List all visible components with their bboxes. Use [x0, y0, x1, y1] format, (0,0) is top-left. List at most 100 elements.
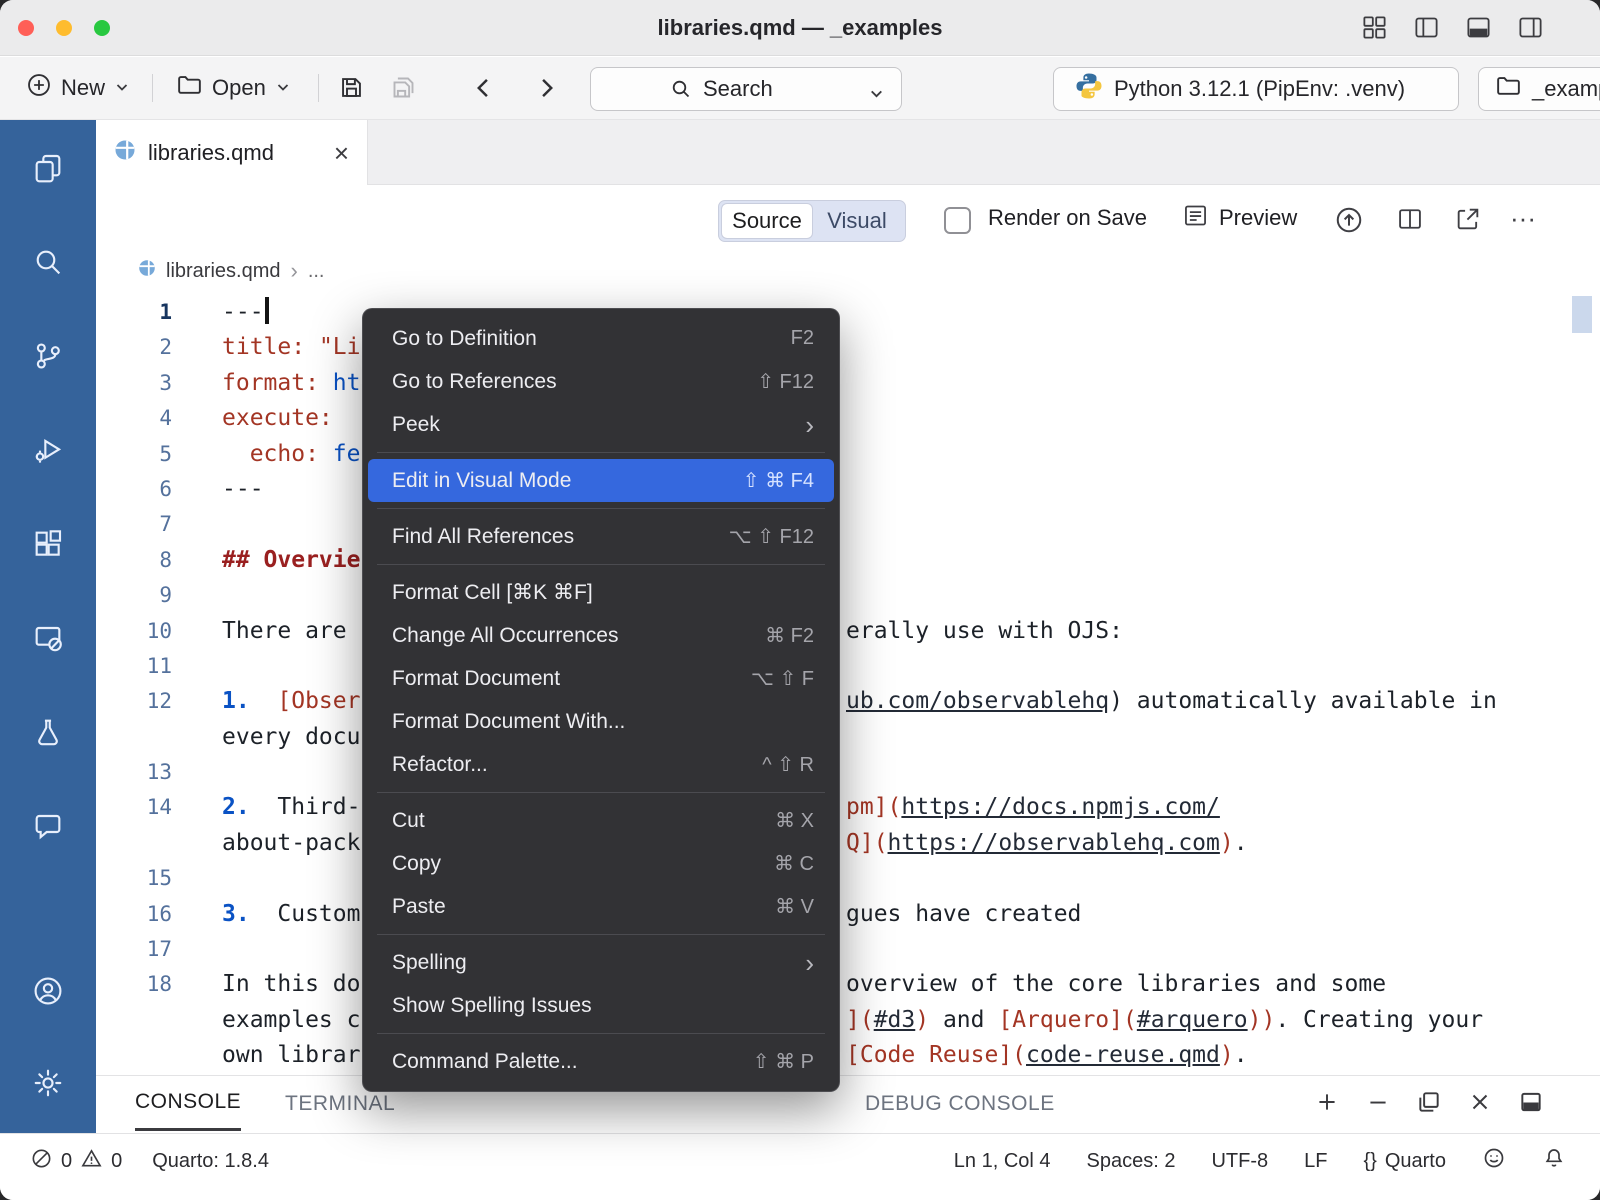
sidebar-item-account[interactable] — [32, 967, 64, 1019]
close-tab-icon[interactable]: × — [334, 140, 349, 166]
customize-layout-icon[interactable] — [1361, 14, 1388, 41]
menu-item-find-all-references[interactable]: Find All References⌥ ⇧ F12 — [368, 515, 834, 558]
code-line[interactable]: 10There are erally use with OJS: — [96, 614, 1600, 649]
toolbar-divider — [318, 74, 319, 102]
sidebar-item-search[interactable] — [32, 238, 64, 290]
open-button[interactable]: Open — [176, 57, 291, 119]
menu-item-format-document-with[interactable]: Format Document With... — [368, 700, 834, 743]
menu-item-change-all-occurrences[interactable]: Change All Occurrences⌘ F2 — [368, 614, 834, 657]
code-line[interactable]: 9 — [96, 578, 1600, 613]
eol-sequence[interactable]: LF — [1304, 1150, 1327, 1173]
code-line[interactable]: 15 — [96, 861, 1600, 896]
cursor-position[interactable]: Ln 1, Col 4 — [954, 1150, 1051, 1173]
source-mode-button[interactable]: Source — [722, 204, 812, 238]
menu-item-refactor[interactable]: Refactor...^ ⇧ R — [368, 743, 834, 786]
menu-separator — [377, 1033, 825, 1034]
code-line[interactable]: 121. [Obserub.com/observablehq) automati… — [96, 684, 1600, 719]
sidebar-item-source-control[interactable] — [32, 332, 64, 384]
forward-icon[interactable] — [532, 74, 560, 107]
code-line[interactable]: 142. Third-pm](https://docs.npmjs.com/ — [96, 790, 1600, 825]
code-line[interactable]: 11 — [96, 649, 1600, 684]
panel-close-icon[interactable] — [1467, 1089, 1493, 1120]
sidebar-item-explorer[interactable] — [32, 144, 64, 196]
language-mode[interactable]: {} Quarto — [1363, 1150, 1446, 1173]
breadcrumb-file[interactable]: libraries.qmd — [166, 260, 280, 283]
code-line[interactable]: 6--- — [96, 472, 1600, 507]
code-line[interactable]: 1--- — [96, 295, 1600, 330]
render-on-save-checkbox[interactable] — [944, 207, 971, 234]
panel-tab-console[interactable]: CONSOLE — [135, 1076, 241, 1131]
breadcrumb[interactable]: libraries.qmd › ... — [96, 250, 1600, 292]
new-button[interactable]: New — [26, 57, 130, 119]
indentation[interactable]: Spaces: 2 — [1087, 1150, 1176, 1173]
panel-restore-icon[interactable] — [1416, 1089, 1442, 1120]
sidebar-item-testing[interactable] — [32, 708, 64, 760]
notifications-bell-icon[interactable] — [1542, 1146, 1566, 1176]
menu-item-go-to-definition[interactable]: Go to DefinitionF2 — [368, 317, 834, 360]
sidebar-item-run-debug[interactable] — [32, 426, 64, 478]
chevron-down-icon[interactable] — [868, 82, 885, 108]
menu-item-format-cell-k-f[interactable]: Format Cell [⌘K ⌘F] — [368, 571, 834, 614]
back-icon[interactable] — [470, 74, 498, 107]
quarto-version[interactable]: Quarto: 1.8.4 — [152, 1150, 269, 1173]
code-line[interactable]: 2title: "Li — [96, 330, 1600, 365]
panel-tab-debug-console[interactable]: DEBUG CONSOLE — [865, 1076, 1055, 1131]
toggle-panel-icon[interactable] — [1465, 14, 1492, 41]
line-number: 14 — [96, 790, 172, 825]
panel-maximize-icon[interactable] — [1518, 1089, 1544, 1120]
menu-item-peek[interactable]: Peek› — [368, 403, 834, 446]
menu-item-cut[interactable]: Cut⌘ X — [368, 799, 834, 842]
encoding[interactable]: UTF-8 — [1211, 1150, 1268, 1173]
code-line[interactable]: examples c](#d3) and [Arquero](#arquero)… — [96, 1003, 1600, 1038]
code-line[interactable]: 8## Overvie — [96, 543, 1600, 578]
feedback-smiley-icon[interactable] — [1482, 1146, 1506, 1176]
menu-item-copy[interactable]: Copy⌘ C — [368, 842, 834, 885]
interpreter-selector[interactable]: Python 3.12.1 (PipEnv: .venv) — [1053, 67, 1459, 111]
code-line[interactable]: own librar[Code Reuse](code-reuse.qmd). — [96, 1038, 1600, 1073]
tab-libraries-qmd[interactable]: libraries.qmd × — [96, 120, 368, 185]
breadcrumb-more[interactable]: ... — [308, 260, 325, 283]
split-editor-icon[interactable] — [1396, 205, 1424, 233]
open-in-new-window-icon[interactable] — [1454, 205, 1482, 233]
panel-minimize-icon[interactable] — [1365, 1089, 1391, 1120]
code-line[interactable]: 17 — [96, 932, 1600, 967]
panel-plus-icon[interactable] — [1314, 1089, 1340, 1120]
sidebar-item-chat[interactable] — [32, 802, 64, 854]
toggle-sidebar-icon[interactable] — [1413, 14, 1440, 41]
more-actions-icon[interactable]: ··· — [1510, 186, 1536, 250]
menu-item-go-to-references[interactable]: Go to References⇧ F12 — [368, 360, 834, 403]
code-line[interactable]: 3format: ht — [96, 366, 1600, 401]
save-icon[interactable] — [338, 74, 365, 106]
scrollbar-thumb[interactable] — [1572, 296, 1592, 333]
preview-button[interactable]: Preview — [1182, 186, 1297, 250]
errors-indicator[interactable]: 0 — [30, 1147, 72, 1176]
warnings-indicator[interactable]: 0 — [80, 1147, 122, 1176]
connections-icon — [32, 622, 64, 659]
menu-item-command-palette[interactable]: Command Palette...⇧ ⌘ P — [368, 1040, 834, 1083]
code-line[interactable]: 5 echo: fe — [96, 437, 1600, 472]
sidebar-item-settings[interactable] — [32, 1059, 64, 1111]
code-line[interactable]: every docu — [96, 720, 1600, 755]
publish-icon[interactable] — [1334, 205, 1364, 235]
code-line[interactable]: 13 — [96, 755, 1600, 790]
menu-item-paste[interactable]: Paste⌘ V — [368, 885, 834, 928]
code-line[interactable]: 7 — [96, 507, 1600, 542]
error-icon — [30, 1147, 53, 1176]
project-selector[interactable]: _examples — [1478, 67, 1600, 111]
code-line[interactable]: 18In this dooverview of the core librari… — [96, 967, 1600, 1002]
menu-item-show-spelling-issues[interactable]: Show Spelling Issues — [368, 984, 834, 1027]
code-line[interactable]: 4execute: — [96, 401, 1600, 436]
code-line[interactable]: 163. Customgues have created — [96, 897, 1600, 932]
search-input[interactable]: Search — [590, 67, 902, 111]
menu-item-edit-in-visual-mode[interactable]: Edit in Visual Mode⇧ ⌘ F4 — [368, 459, 834, 502]
code-editor[interactable]: 1---2title: "Li3format: ht4execute:5 ech… — [96, 292, 1600, 1075]
menu-item-spelling[interactable]: Spelling› — [368, 941, 834, 984]
menu-item-format-document[interactable]: Format Document⌥ ⇧ F — [368, 657, 834, 700]
visual-mode-button[interactable]: Visual — [812, 204, 902, 238]
code-line[interactable]: about-packQ](https://observablehq.com). — [96, 826, 1600, 861]
line-number: 2 — [96, 330, 172, 365]
sidebar-item-connections[interactable] — [32, 614, 64, 666]
sidebar-item-extensions[interactable] — [32, 520, 64, 572]
toggle-secondary-sidebar-icon[interactable] — [1517, 14, 1544, 41]
folder-icon — [176, 72, 203, 105]
